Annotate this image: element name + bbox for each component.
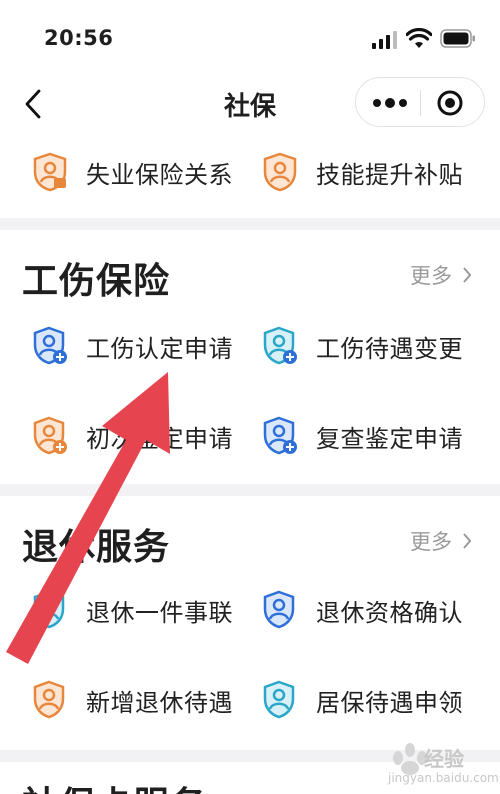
service-item-label: 工伤认定申请 (86, 334, 233, 363)
service-item-retirement-one-stop[interactable]: 退休一件事联 (32, 586, 262, 634)
more-link-label: 更多 (410, 530, 452, 554)
battery-icon (440, 29, 475, 48)
more-options-icon[interactable] (370, 94, 410, 112)
teal-shield-user-add-icon (263, 326, 297, 365)
blue-shield-user-add-icon (33, 326, 67, 365)
section-title: 退休服务 (22, 527, 171, 568)
retirement-section-card: 退休服务 更多 退休一件事联 退休资格确认 新增退休待遇 居保待遇申领 (0, 496, 500, 750)
service-item-retirement-eligibility[interactable]: 退休资格确认 (262, 586, 492, 634)
service-item-injury-benefit-change[interactable]: 工伤待遇变更 (262, 322, 492, 370)
service-item-label: 失业保险关系 (86, 160, 233, 189)
chevron-right-icon (463, 533, 472, 549)
service-item-label: 退休资格确认 (316, 598, 463, 627)
teal-shield-user-icon (33, 590, 65, 629)
unemployment-section-card: 失业保险关系 技能提升补贴 (0, 134, 500, 218)
service-item-resident-benefit-claim[interactable]: 居保待遇申领 (262, 676, 492, 724)
service-item-review-appraisal[interactable]: 复查鉴定申请 (262, 412, 492, 460)
service-item-label: 复查鉴定申请 (316, 424, 463, 453)
service-item-unemployment-transfer[interactable]: 失业保险关系 (32, 148, 262, 196)
chevron-right-icon (463, 267, 472, 283)
orange-shield-user-icon (263, 152, 297, 192)
cellular-signal-icon (372, 31, 397, 49)
screen: 20:56 社保 失业保险关系 技能提升补贴 工伤保险 更多 工伤认定申请 工伤… (0, 0, 500, 794)
service-item-label: 居保待遇申领 (316, 688, 463, 717)
service-item-label: 新增退休待遇 (86, 688, 233, 717)
orange-shield-user-icon (33, 152, 67, 192)
section-title: 社保卡服务 (22, 776, 207, 794)
more-link[interactable]: 更多 (410, 526, 472, 556)
mini-program-capsule (355, 77, 485, 127)
more-link-label: 更多 (410, 264, 452, 288)
work-injury-section-card: 工伤保险 更多 工伤认定申请 工伤待遇变更 初次鉴定申请 复查鉴定申请 (0, 230, 500, 484)
service-item-label: 初次鉴定申请 (86, 424, 233, 453)
watermark-url: jingyan.baidu.com (388, 771, 499, 785)
close-mini-program-icon[interactable] (436, 89, 464, 117)
orange-shield-user-add-icon (33, 416, 67, 455)
blue-shield-user-icon (263, 590, 295, 629)
nav-bar: 社保 (0, 74, 500, 134)
section-title: 工伤保险 (22, 261, 171, 302)
teal-shield-user-icon (263, 680, 295, 719)
blue-shield-user-add-icon (263, 416, 297, 455)
service-item-initial-appraisal[interactable]: 初次鉴定申请 (32, 412, 262, 460)
status-bar: 20:56 (0, 0, 500, 80)
watermark-brand: 经验 (424, 747, 464, 771)
service-item-new-retirement-benefit[interactable]: 新增退休待遇 (32, 676, 262, 724)
service-item-label: 工伤待遇变更 (316, 334, 463, 363)
status-time: 20:56 (44, 26, 114, 50)
capsule-divider (420, 90, 421, 116)
service-item-injury-recognition[interactable]: 工伤认定申请 (32, 322, 262, 370)
service-item-label: 退休一件事联 (86, 598, 233, 627)
orange-shield-user-icon (33, 680, 65, 719)
service-item-label: 技能提升补贴 (316, 160, 463, 189)
service-item-skill-subsidy[interactable]: 技能提升补贴 (262, 148, 492, 196)
wifi-icon (406, 28, 432, 48)
more-link[interactable]: 更多 (410, 260, 472, 290)
